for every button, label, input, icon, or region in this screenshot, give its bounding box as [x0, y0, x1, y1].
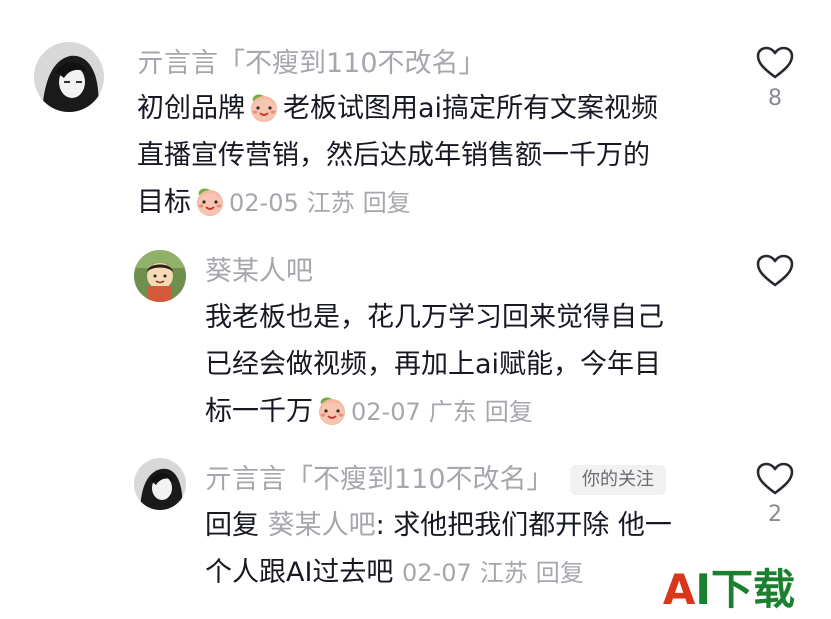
comment-date: 02-07 — [402, 559, 472, 587]
heart-icon — [756, 254, 794, 287]
watermark-logo: AI下载 — [662, 565, 795, 614]
reply-prefix: 回复 — [205, 510, 259, 541]
comment-text-line: 目标 — [137, 187, 191, 218]
comment-body: 回复 葵某人吧: 求他把我们都开除 他一 个人跟AI过去吧 02-07 江苏 回复 — [205, 502, 672, 597]
reply-button[interactable]: 回复 — [536, 559, 584, 587]
like-button[interactable]: 8 — [755, 46, 795, 110]
heart-icon — [756, 462, 794, 495]
username[interactable]: 葵某人吧 — [205, 258, 313, 285]
comment-text-line: 个人跟AI过去吧 — [205, 557, 394, 588]
comment-text-line: 已经会做视频，再加上ai赋能，今年目 — [205, 349, 662, 380]
avatar[interactable] — [134, 458, 186, 510]
avatar-image — [34, 42, 104, 112]
comment-text-line: 老板试图用ai搞定所有文案视频 — [283, 93, 659, 124]
heart-icon — [756, 46, 794, 79]
like-button[interactable] — [755, 254, 795, 288]
comment-body: 我老板也是，花几万学习回来觉得自己 已经会做视频，再加上ai赋能，今年目 标一千… — [205, 294, 664, 436]
comment-text-line: 标一千万 — [205, 396, 313, 427]
comment-text-line: 我老板也是，花几万学习回来觉得自己 — [205, 302, 664, 333]
comment-location: 江苏 — [479, 559, 528, 587]
comment-location: 江苏 — [306, 189, 355, 217]
comment-date: 02-07 — [351, 398, 421, 426]
mention-link[interactable]: 葵某人吧 — [268, 510, 376, 541]
comment-text-line: 初创品牌 — [137, 93, 245, 124]
smiling-peach-emoji — [251, 94, 277, 122]
avatar-image — [134, 458, 186, 510]
comment-date: 02-05 — [229, 189, 299, 217]
reply-button[interactable]: 回复 — [485, 398, 533, 426]
comment-text-line: 直播宣传营销，然后达成年销售额一千万的 — [137, 140, 650, 171]
smiling-peach-emoji — [319, 397, 345, 425]
following-badge: 你的关注 — [570, 465, 666, 495]
smiling-peach-emoji — [197, 188, 223, 216]
username[interactable]: 亓言言「不瘦到110不改名」 — [205, 466, 554, 493]
comment-body: 初创品牌 老板试图用ai搞定所有文案视频 直播宣传营销，然后达成年销售额一千万的 … — [137, 85, 658, 227]
like-count: 8 — [768, 86, 782, 111]
comment-text-line: : 求他把我们都开除 他一 — [375, 510, 672, 541]
like-button[interactable]: 2 — [755, 462, 795, 526]
reply-button[interactable]: 回复 — [363, 189, 411, 217]
like-count: 2 — [768, 502, 782, 527]
comment-location: 广东 — [428, 398, 477, 426]
username[interactable]: 亓言言「不瘦到110不改名」 — [137, 50, 486, 77]
avatar[interactable] — [134, 250, 186, 302]
comment-thread: 亓言言「不瘦到110不改名」 初创品牌 老板试图用ai搞定所有文案视频 直播宣传营… — [0, 0, 831, 619]
avatar-image — [134, 250, 186, 302]
avatar[interactable] — [34, 42, 104, 112]
